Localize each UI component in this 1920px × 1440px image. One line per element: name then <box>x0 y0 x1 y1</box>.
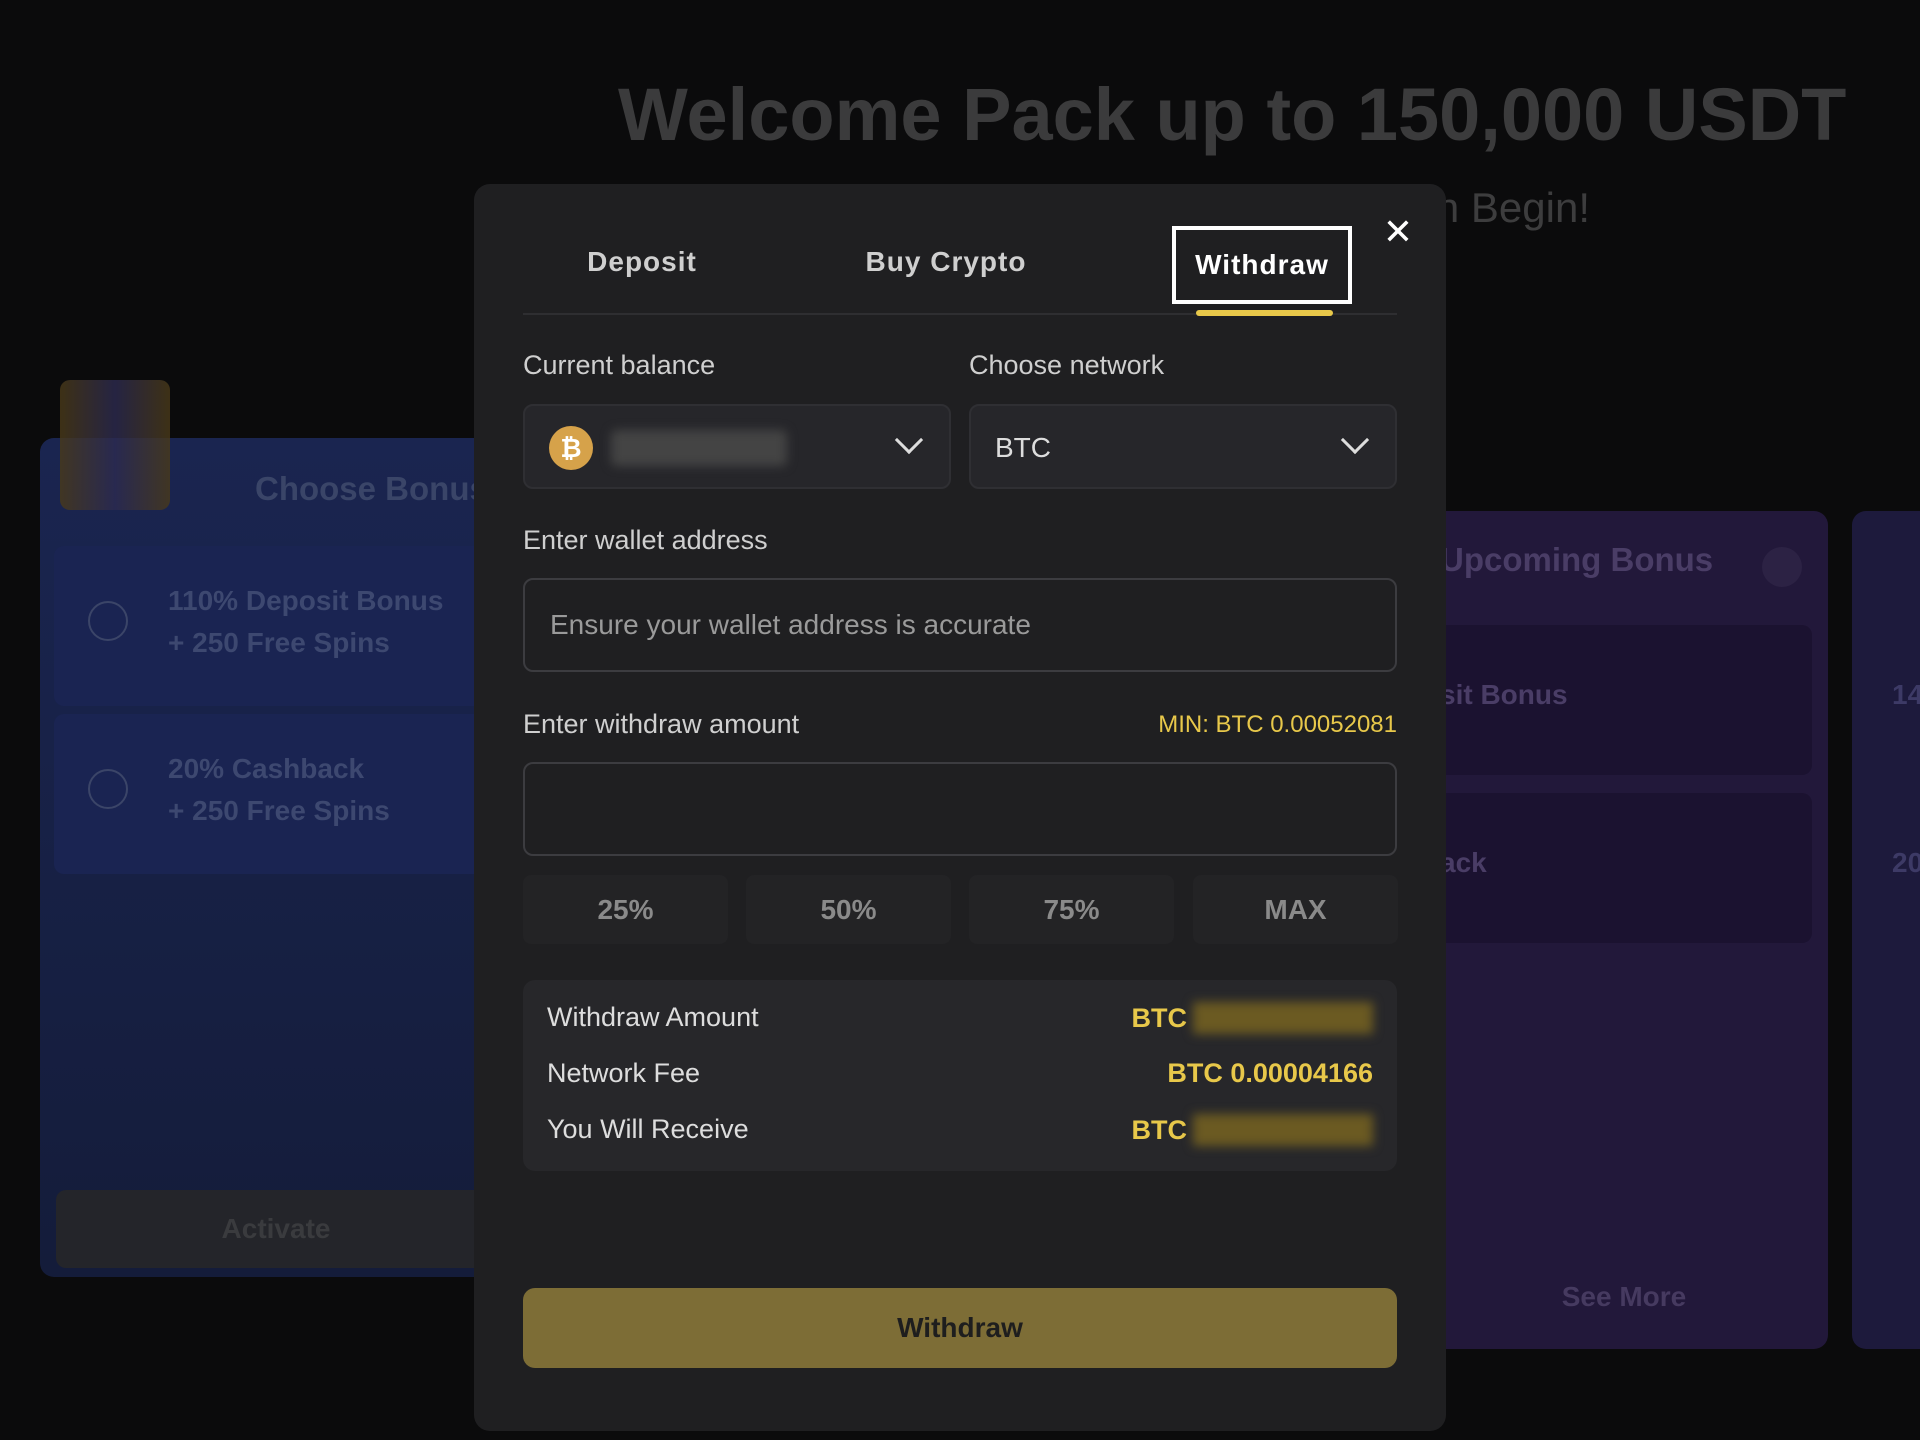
tab-withdraw[interactable]: Withdraw <box>1172 226 1352 304</box>
amount-redacted <box>1193 1002 1373 1034</box>
bonus-card-partial: 14 20 <box>1852 511 1920 1349</box>
activate-button[interactable]: Activate <box>56 1190 496 1268</box>
radio-icon[interactable] <box>88 769 128 809</box>
upcoming-item-label: ack <box>1440 847 1487 878</box>
summary-currency: BTC <box>1131 1114 1188 1145</box>
hero-title: Welcome Pack up to 150,000 USDT <box>618 73 1847 156</box>
bitcoin-icon: ₿ <box>549 426 593 470</box>
card-text: 14 <box>1892 679 1920 710</box>
chevron-down-icon <box>1340 425 1370 455</box>
lock-icon <box>1762 547 1802 587</box>
bonus-option[interactable]: 20% Cashback + 250 Free Spins <box>54 714 494 874</box>
summary-currency: BTC <box>1131 1002 1188 1033</box>
active-tab-indicator <box>1196 310 1333 316</box>
choose-network-label: Choose network <box>969 350 1165 380</box>
summary-row-network-fee: Network Fee BTC 0.00004166 <box>547 1058 1373 1098</box>
network-value: BTC <box>995 432 1051 463</box>
withdraw-button[interactable]: Withdraw <box>523 1288 1397 1368</box>
close-icon[interactable]: ✕ <box>1382 214 1414 250</box>
pct-75-button[interactable]: 75% <box>969 875 1174 944</box>
choose-bonus-card: Choose Bonus 110% Deposit Bonus + 250 Fr… <box>40 438 500 1277</box>
max-button[interactable]: MAX <box>1193 875 1398 944</box>
balance-select[interactable]: ₿ <box>523 404 951 489</box>
withdraw-amount-label: Enter withdraw amount <box>523 709 800 739</box>
balance-value-redacted <box>611 430 787 466</box>
card-title: Choose Bonus <box>255 470 488 507</box>
gift-icon <box>60 380 170 510</box>
network-fee-value: BTC 0.00004166 <box>1167 1058 1373 1088</box>
upcoming-bonus-card: Upcoming Bonus sit Bonus ack See More <box>1420 511 1828 1349</box>
withdraw-modal: Deposit Buy Crypto Withdraw ✕ Current ba… <box>474 184 1446 1431</box>
upcoming-item: sit Bonus <box>1420 625 1812 775</box>
upcoming-item-label: sit Bonus <box>1440 679 1568 710</box>
card-text: 20 <box>1892 847 1920 878</box>
tab-buy-crypto[interactable]: Buy Crypto <box>856 246 1036 278</box>
radio-icon[interactable] <box>88 601 128 641</box>
withdraw-amount-input[interactable] <box>523 762 1397 856</box>
bonus-option-label: 110% Deposit Bonus + 250 Free Spins <box>168 585 444 658</box>
see-more-link[interactable]: See More <box>1420 1281 1828 1313</box>
wallet-address-label: Enter wallet address <box>523 525 768 555</box>
card-title: Upcoming Bonus <box>1440 541 1714 578</box>
upcoming-item: ack <box>1420 793 1812 943</box>
summary-row-withdraw-amount: Withdraw Amount BTC <box>547 1002 1373 1042</box>
tab-deposit[interactable]: Deposit <box>574 246 710 278</box>
min-amount-text: MIN: BTC 0.00052081 <box>1158 711 1397 738</box>
summary-row-receive: You Will Receive BTC <box>547 1114 1373 1154</box>
withdraw-summary: Withdraw Amount BTC Network Fee BTC 0.00… <box>523 980 1397 1171</box>
summary-label: Withdraw Amount <box>547 1002 759 1032</box>
amount-redacted <box>1193 1114 1373 1146</box>
network-select[interactable]: BTC <box>969 404 1397 489</box>
summary-label: You Will Receive <box>547 1114 749 1144</box>
current-balance-label: Current balance <box>523 350 716 380</box>
bonus-option[interactable]: 110% Deposit Bonus + 250 Free Spins <box>54 546 494 706</box>
pct-25-button[interactable]: 25% <box>523 875 728 944</box>
summary-label: Network Fee <box>547 1058 701 1088</box>
wallet-address-input[interactable]: Ensure your wallet address is accurate <box>523 578 1397 672</box>
bonus-option-label: 20% Cashback + 250 Free Spins <box>168 753 390 826</box>
pct-50-button[interactable]: 50% <box>746 875 951 944</box>
chevron-down-icon <box>894 425 924 455</box>
